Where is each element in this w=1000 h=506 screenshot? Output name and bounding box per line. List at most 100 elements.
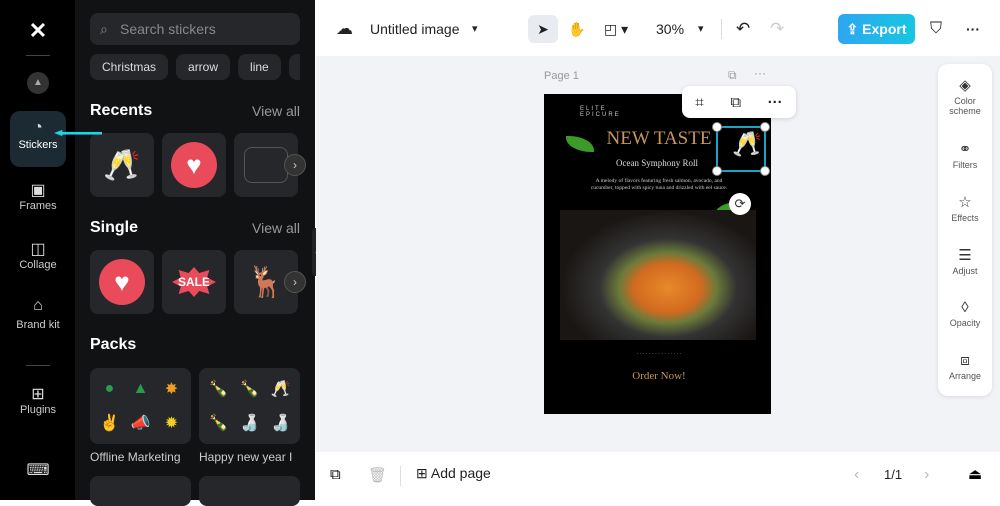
capcut-logo-icon: ✕ xyxy=(28,18,48,43)
keyboard-icon: ⌨ xyxy=(26,462,50,479)
brand-kit-icon: ⌂ xyxy=(33,297,43,314)
resize-handle[interactable] xyxy=(760,166,770,176)
pointer-arrow-icon xyxy=(54,129,102,137)
droplet-icon: ◊ xyxy=(961,299,969,316)
sticker-heart[interactable]: ♥ xyxy=(90,250,154,314)
chip-more[interactable] xyxy=(288,54,300,80)
divider xyxy=(26,365,50,366)
opacity-button[interactable]: ◊ Opacity xyxy=(938,299,992,328)
more-icon[interactable]: ··· xyxy=(768,94,783,111)
rotate-icon[interactable]: ⟳ xyxy=(729,193,751,215)
poster-description: A melody of flavors featuring fresh salm… xyxy=(590,178,728,191)
delete-icon[interactable]: 🗑 xyxy=(368,466,387,484)
sticker-sale[interactable]: SALE xyxy=(162,250,226,314)
rail-item-stickers[interactable]: ◔ Stickers xyxy=(10,111,66,167)
export-button[interactable]: ⇪ Export xyxy=(838,14,915,44)
right-panel: ◈ Color scheme ⚭ Filters ☆ Effects ☰ Adjust … xyxy=(938,64,992,396)
pack-label: Happy new year I xyxy=(199,450,293,464)
search-input[interactable]: ⌕ Search stickers xyxy=(90,13,300,45)
page-label: Page 1 xyxy=(544,70,579,82)
zoom-level[interactable]: 30% xyxy=(656,15,684,43)
bottom-bar: ⧉ 🗑 ⊞ Add page ‹ 1/1 › ⏏ xyxy=(316,452,1000,500)
chip-line[interactable]: line xyxy=(238,54,281,80)
shield-check-icon[interactable]: ⛉ xyxy=(930,15,942,43)
page-manager-icon[interactable]: ⏏ xyxy=(968,465,982,483)
recents-heading: Recents View all xyxy=(90,102,300,119)
prev-page-icon[interactable]: ‹ xyxy=(854,466,859,484)
crop-icon[interactable]: ⌗ xyxy=(695,94,703,111)
effects-icon: ☆ xyxy=(958,194,972,211)
select-tool-icon[interactable]: ➤ xyxy=(528,15,558,43)
pages-icon[interactable]: ⧉ xyxy=(330,466,341,483)
single-view-all[interactable]: View all xyxy=(252,220,300,236)
chip-christmas[interactable]: Christmas xyxy=(90,54,169,80)
top-toolbar: ☁ Untitled image ▾ ➤ ✋ ◰ ▾ 30% ▾ ↶ ↷ ⇪ E… xyxy=(316,0,1000,56)
filters-icon: ⚭ xyxy=(958,141,972,158)
filters-button[interactable]: ⚭ Filters xyxy=(938,140,992,170)
sticker-champagne[interactable]: 🥂 xyxy=(90,133,154,197)
poster-headline: NEW TASTE xyxy=(606,128,712,149)
leaf-image xyxy=(566,136,594,152)
resize-handle[interactable] xyxy=(712,166,722,176)
arrange-button[interactable]: ⧈ Arrange xyxy=(938,352,992,381)
divider xyxy=(721,19,722,39)
title-chevron-down-icon[interactable]: ▾ xyxy=(472,15,478,43)
rail-item-plugins[interactable]: ⊞ Plugins xyxy=(10,376,66,416)
resize-handle[interactable] xyxy=(712,122,722,132)
chip-arrow[interactable]: arrow xyxy=(176,54,231,80)
pack-happy-new-year-text[interactable] xyxy=(90,476,191,506)
upload-icon: ⇪ xyxy=(846,21,863,37)
selected-champagne-sticker: 🥂 xyxy=(732,131,762,158)
selection-box[interactable]: 🥂 xyxy=(712,122,770,176)
rail-item-frames[interactable]: ▣ Frames xyxy=(10,172,66,212)
search-icon: ⌕ xyxy=(100,21,108,37)
stickers-panel: ⌕ Search stickers Christmas arrow line Re… xyxy=(75,0,315,506)
next-page-icon[interactable]: › xyxy=(924,466,929,484)
undo-icon[interactable]: ↶ xyxy=(736,15,750,43)
rail-item-brand-kit[interactable]: ⌂ Brand kit xyxy=(10,290,66,333)
pack-party[interactable] xyxy=(199,476,300,506)
adjust-button[interactable]: ☰ Adjust xyxy=(938,246,992,276)
pack-offline-marketing[interactable]: ● ▲ ✸ ✌ 📣 ✹ xyxy=(90,368,191,444)
poster-cta: Order Now! xyxy=(632,370,686,382)
more-options-icon[interactable]: ··· xyxy=(966,15,980,43)
recents-view-all[interactable]: View all xyxy=(252,103,300,119)
duplicate-icon[interactable]: ⧉ xyxy=(730,94,741,111)
collage-icon: ◫ xyxy=(30,241,46,258)
rail-item-collage[interactable]: ◫ Collage xyxy=(10,231,66,271)
paint-bucket-icon: ◈ xyxy=(959,77,971,94)
pack-happy-new-year[interactable]: 🍾 🍾 🥂 🍾 🍶 🍶 xyxy=(199,368,300,444)
scroll-up-button[interactable]: ▲ xyxy=(27,72,49,94)
sushi-photo xyxy=(560,210,756,340)
arrange-icon: ⧈ xyxy=(960,352,970,369)
pack-label: Offline Marketing xyxy=(90,450,181,464)
layout-icon[interactable]: ◰ ▾ xyxy=(604,15,628,43)
poster-subtitle: Ocean Symphony Roll xyxy=(616,158,698,168)
left-rail: ✕ ▲ ◔ Stickers ▣ Frames ◫ Collage ⌂ Brand ki… xyxy=(0,0,75,500)
effects-button[interactable]: ☆ Effects xyxy=(938,193,992,223)
sliders-icon: ☰ xyxy=(958,247,972,264)
floating-toolbar: ⌗ ⧉ ··· xyxy=(682,86,796,118)
add-page-button[interactable]: ⊞ Add page xyxy=(416,465,491,482)
single-next-button[interactable]: › xyxy=(284,271,306,293)
keyboard-shortcuts-button[interactable]: ⌨ xyxy=(10,452,66,480)
tag-chips: Christmas arrow line xyxy=(90,54,300,80)
page-count: 1/1 xyxy=(884,467,903,482)
zoom-chevron-down-icon[interactable]: ▾ xyxy=(698,15,704,43)
document-title[interactable]: Untitled image xyxy=(370,15,460,43)
color-scheme-button[interactable]: ◈ Color scheme xyxy=(938,76,992,116)
poster-brand: ELITE EPICURE xyxy=(580,106,621,118)
cloud-saved-icon[interactable]: ☁ xyxy=(336,15,353,43)
hand-tool-icon[interactable]: ✋ xyxy=(568,15,585,43)
duplicate-page-icon[interactable]: ⧉ xyxy=(728,68,737,83)
packs-heading: Packs xyxy=(90,336,137,353)
page-more-icon[interactable]: ··· xyxy=(754,66,766,80)
poster-contact: · · · · · · · · · · · · · · · xyxy=(636,351,682,357)
plugins-icon: ⊞ xyxy=(31,386,45,403)
divider xyxy=(26,55,50,56)
resize-handle[interactable] xyxy=(760,122,770,132)
sticker-heart[interactable]: ♥ xyxy=(162,133,226,197)
add-page-icon: ⊞ xyxy=(416,465,431,481)
recents-next-button[interactable]: › xyxy=(284,154,306,176)
redo-icon[interactable]: ↷ xyxy=(770,15,784,43)
